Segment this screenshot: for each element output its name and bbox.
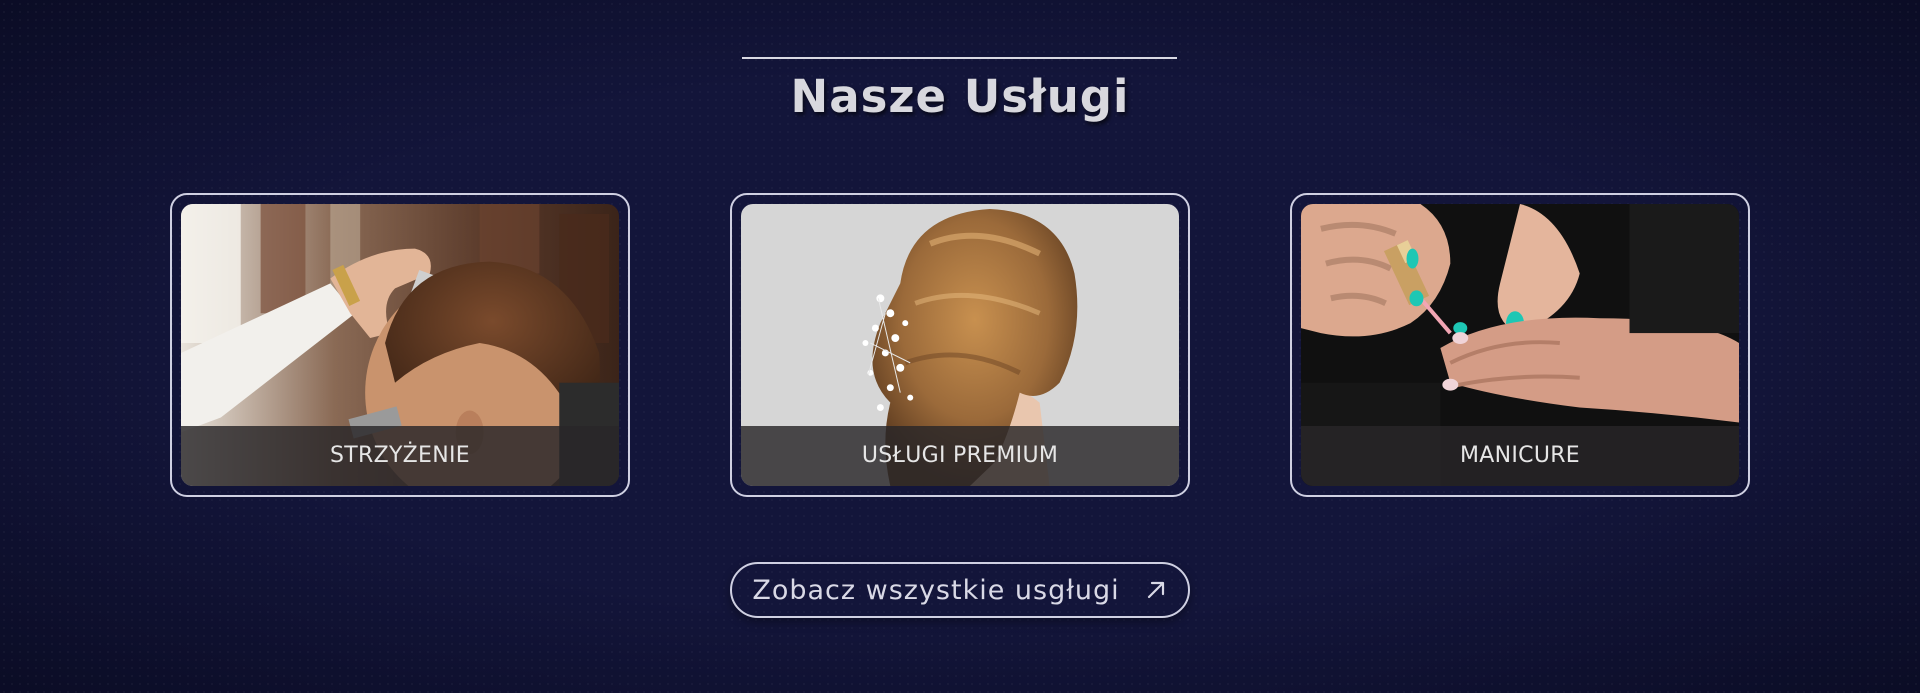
arrow-up-right-icon: [1144, 578, 1168, 602]
service-label-haircut: STRZYŻENIE: [181, 426, 619, 486]
services-section: Nasze Usługi STRZYŻENIE USŁUGI PREMIUM M…: [0, 0, 1920, 693]
service-image-manicure: MANICURE: [1301, 204, 1739, 486]
service-image-haircut: STRZYŻENIE: [181, 204, 619, 486]
service-card-premium[interactable]: USŁUGI PREMIUM: [730, 193, 1190, 497]
view-all-services-label: Zobacz wszystkie usgługi: [752, 574, 1120, 606]
service-label-premium: USŁUGI PREMIUM: [741, 426, 1179, 486]
section-title: Nasze Usługi: [790, 70, 1130, 123]
title-divider: [742, 57, 1177, 59]
view-all-services-button[interactable]: Zobacz wszystkie usgługi: [730, 562, 1190, 618]
service-card-manicure[interactable]: MANICURE: [1290, 193, 1750, 497]
service-card-haircut[interactable]: STRZYŻENIE: [170, 193, 630, 497]
service-image-premium: USŁUGI PREMIUM: [741, 204, 1179, 486]
service-label-manicure: MANICURE: [1301, 426, 1739, 486]
